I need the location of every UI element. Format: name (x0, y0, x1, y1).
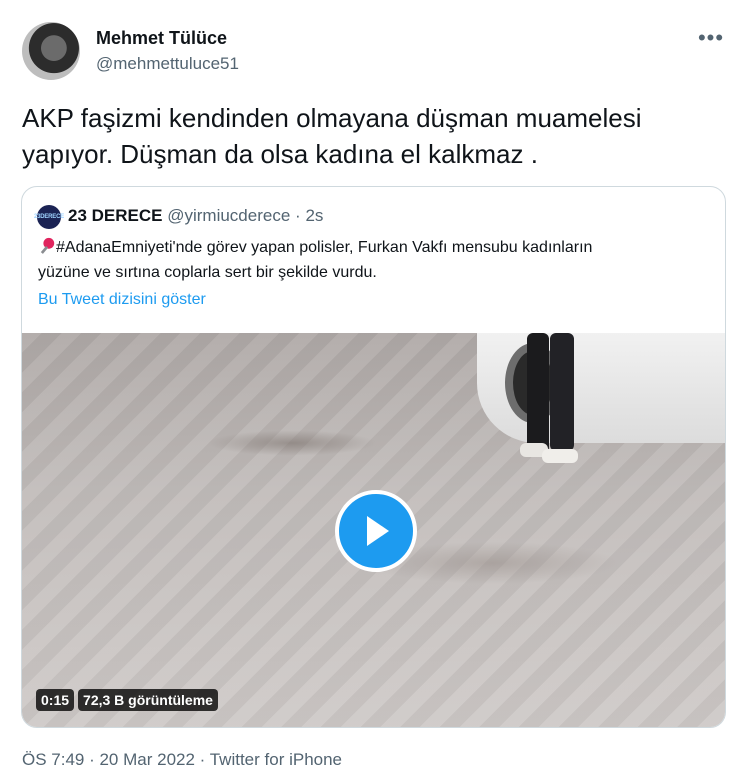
author-avatar[interactable] (22, 22, 80, 80)
quote-header: 23 DERECE @yirmiucderece · 2s (68, 206, 323, 226)
quote-avatar[interactable]: 23DERECE (33, 205, 65, 229)
author-handle[interactable]: @mehmettuluce51 (96, 54, 239, 74)
video-view-count: 72,3 B görüntüleme (78, 689, 218, 711)
video-player[interactable]: 0:15 72,3 B görüntüleme (22, 333, 725, 727)
tweet-text-line: yapıyor. Düşman da olsa kadına el kalkma… (22, 139, 538, 169)
play-button[interactable] (335, 490, 417, 572)
quote-author-handle[interactable]: @yirmiucderece (167, 206, 290, 225)
quote-author-name[interactable]: 23 DERECE (68, 206, 162, 225)
quote-separator: · (295, 206, 301, 225)
show-thread-link[interactable]: Bu Tweet dizisini göster (38, 291, 206, 309)
quote-text: #AdanaEmniyeti'nde görev yapan polisler,… (38, 235, 708, 285)
quote-time[interactable]: 2s (305, 206, 323, 225)
tweet-timestamp[interactable]: ÖS 7:49 · 20 Mar 2022 · Twitter for iPho… (22, 750, 342, 770)
quote-avatar-text: 23DERECE (33, 214, 65, 220)
video-frame-person (550, 333, 574, 451)
tweet-text-line: AKP faşizmi kendinden olmayana düşman mu… (22, 103, 642, 133)
video-frame-person (527, 333, 549, 453)
tweet-text: AKP faşizmi kendinden olmayana düşman mu… (22, 100, 722, 172)
video-badges: 0:15 72,3 B görüntüleme (36, 689, 218, 711)
quoted-tweet[interactable]: 23DERECE 23 DERECE @yirmiucderece · 2s #… (21, 186, 726, 728)
video-frame-shoe (542, 449, 578, 463)
more-icon: ••• (697, 25, 725, 50)
video-duration: 0:15 (36, 689, 75, 711)
quote-text-line: #AdanaEmniyeti'nde görev yapan polisler,… (56, 239, 593, 256)
quote-text-line: yüzüne ve sırtına coplarla sert bir şeki… (38, 264, 377, 281)
more-options-button[interactable]: ••• (694, 24, 728, 52)
pushpin-icon (40, 237, 55, 254)
play-icon (367, 516, 389, 546)
author-name[interactable]: Mehmet Tülüce (96, 28, 227, 49)
